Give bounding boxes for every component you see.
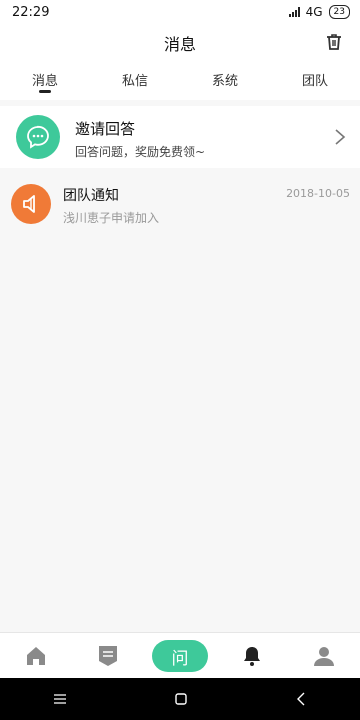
menu-icon[interactable] bbox=[53, 693, 67, 705]
notice-avatar bbox=[11, 184, 51, 224]
nav-list[interactable] bbox=[78, 633, 138, 679]
tab-team[interactable]: 团队 bbox=[270, 60, 360, 100]
notice-subtitle: 浅川恵子申请加入 bbox=[63, 211, 160, 225]
tab-bar: 消息 私信 系统 团队 bbox=[0, 60, 360, 100]
bell-icon bbox=[244, 647, 260, 666]
list-icon bbox=[99, 646, 117, 666]
notice-title: 团队通知 bbox=[63, 188, 119, 204]
trash-icon[interactable] bbox=[324, 32, 344, 52]
invite-answer-card[interactable]: 邀请回答 回答问题，奖励免费领~ bbox=[0, 106, 360, 168]
status-indicators: 4G 23 bbox=[288, 5, 350, 19]
nav-notifications[interactable] bbox=[222, 633, 282, 679]
signal-icon bbox=[288, 7, 300, 17]
profile-icon bbox=[314, 647, 334, 666]
list-item[interactable]: 团队通知 2018-10-05 浅川恵子申请加入 bbox=[0, 172, 360, 236]
nav-home[interactable] bbox=[6, 633, 66, 679]
bottom-nav: 问 bbox=[0, 632, 360, 679]
megaphone-icon bbox=[23, 195, 35, 213]
invite-subtitle: 回答问题，奖励免费领~ bbox=[75, 145, 206, 159]
status-bar: 22:29 4G 23 bbox=[0, 0, 360, 24]
status-time: 22:29 bbox=[12, 4, 50, 20]
battery-level: 23 bbox=[333, 7, 345, 17]
nav-profile[interactable] bbox=[294, 633, 354, 679]
system-nav-bar bbox=[0, 678, 360, 720]
header: 消息 bbox=[0, 24, 360, 60]
battery-icon: 23 bbox=[328, 5, 350, 19]
notice-date: 2018-10-05 bbox=[286, 187, 350, 200]
chat-bubble-icon bbox=[27, 125, 49, 149]
home-icon bbox=[27, 647, 45, 665]
tab-system[interactable]: 系统 bbox=[180, 60, 270, 100]
home-square-icon[interactable] bbox=[174, 692, 188, 706]
back-icon[interactable] bbox=[295, 692, 307, 706]
ask-button[interactable]: 问 bbox=[152, 640, 208, 672]
page-title: 消息 bbox=[163, 35, 196, 54]
invite-title: 邀请回答 bbox=[75, 120, 136, 138]
invite-avatar bbox=[16, 115, 60, 159]
chevron-right-icon bbox=[335, 129, 346, 145]
network-type: 4G bbox=[305, 5, 323, 19]
tab-private-messages[interactable]: 私信 bbox=[90, 60, 180, 100]
nav-ask[interactable]: 问 bbox=[150, 633, 210, 679]
tab-messages[interactable]: 消息 bbox=[0, 60, 90, 100]
